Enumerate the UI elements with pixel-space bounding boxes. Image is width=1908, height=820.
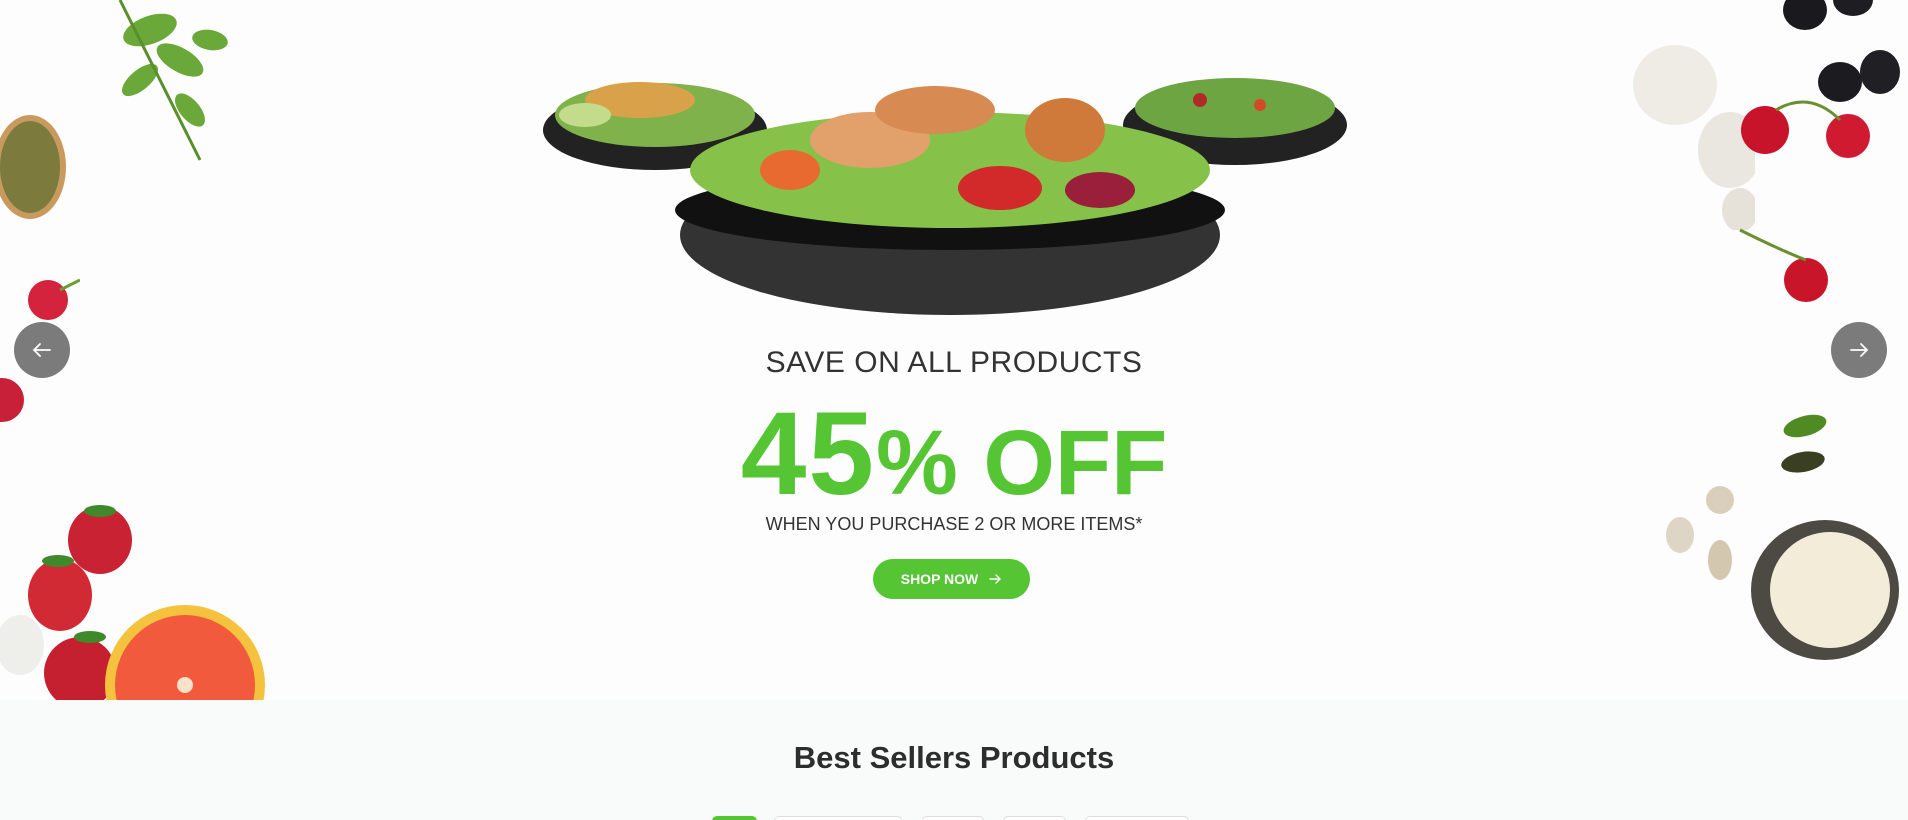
herb-decoration [118, 0, 228, 161]
category-tab[interactable] [774, 816, 902, 820]
hero-eyebrow: SAVE ON ALL PRODUCTS [765, 346, 1143, 379]
discount-suffix: % OFF [875, 412, 1168, 514]
page: SAVE ON ALL PRODUCTS 45% OFF WHEN YOU PU… [0, 0, 1908, 820]
feta-bowl-decoration [1751, 520, 1899, 660]
discount-number: 45 [740, 388, 876, 520]
arrow-right-icon [989, 574, 1002, 584]
category-tab[interactable] [1085, 816, 1189, 820]
hero-condition: WHEN YOU PURCHASE 2 OR MORE ITEMS* [765, 514, 1143, 534]
shop-now-label: SHOP NOW [900, 571, 979, 587]
hero-banner: SAVE ON ALL PRODUCTS 45% OFF WHEN YOU PU… [0, 0, 1908, 700]
cherry-decoration [1739, 100, 1870, 302]
best-sellers-title: Best Sellers Products [793, 740, 1115, 775]
shop-now-button[interactable]: SHOP NOW [873, 559, 1030, 599]
category-tab[interactable] [712, 816, 757, 820]
radish-decoration [28, 278, 80, 320]
category-tab[interactable] [922, 816, 984, 820]
salad-bowls-image [543, 78, 1347, 315]
category-tabs [0, 816, 1908, 820]
category-tab[interactable] [1003, 816, 1066, 820]
blackberry-decoration [1783, 0, 1900, 102]
hero-discount: 45% OFF [0, 386, 1908, 522]
seed-bowl-decoration [0, 115, 66, 219]
